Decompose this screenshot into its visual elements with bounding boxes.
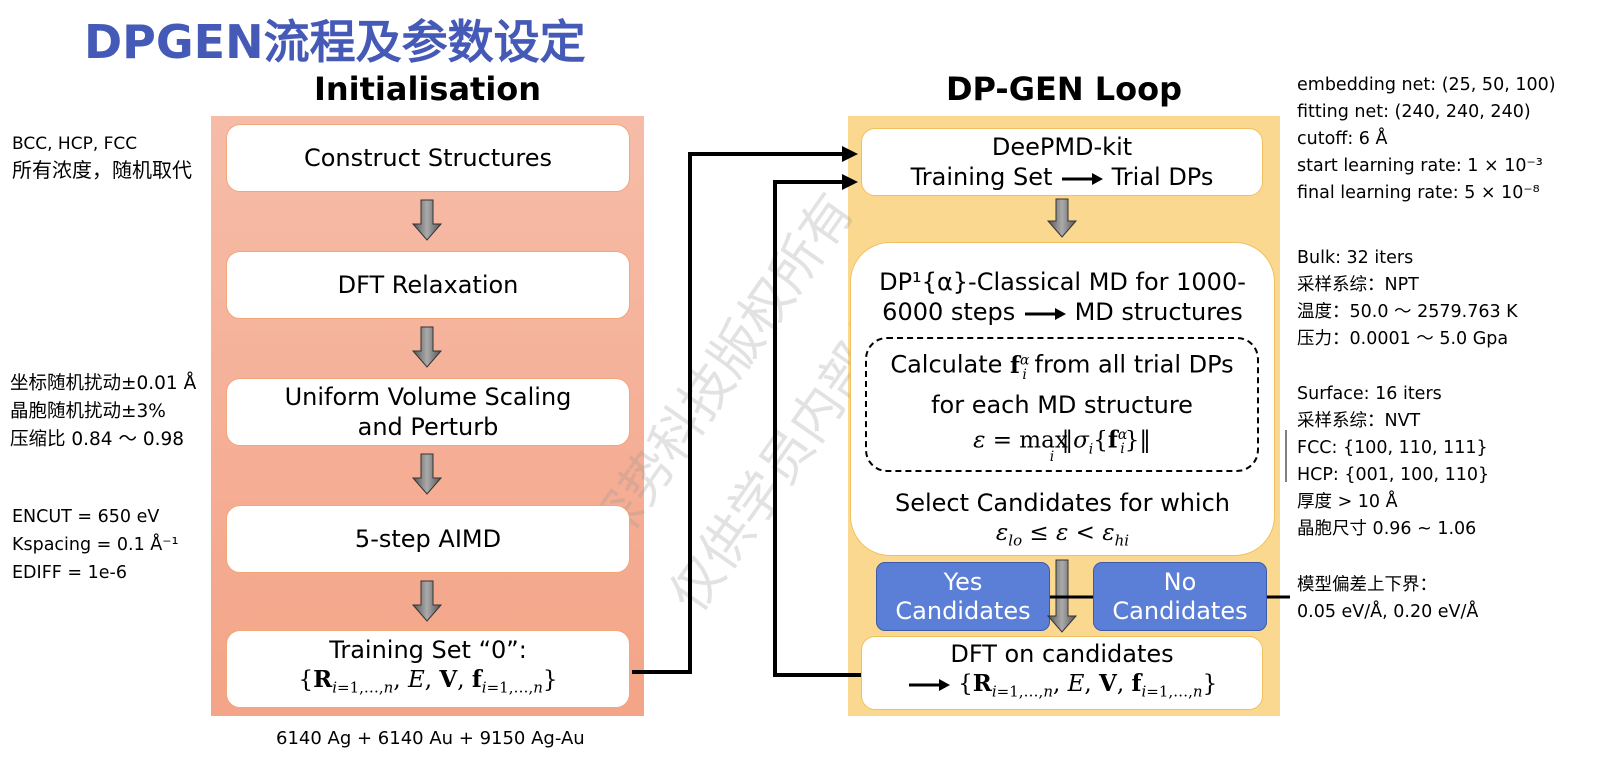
cell-size-note: 晶胞尺寸 0.96 ~ 1.06: [1297, 519, 1477, 539]
embedding-net-note: embedding net: (25, 50, 100): [1297, 75, 1556, 95]
down-arrow-icon: [411, 326, 443, 368]
down-arrow-icon: [411, 580, 443, 622]
training-parameter-notes: embedding net: (25, 50, 100) fitting net…: [1297, 72, 1556, 207]
hcp-facets-note: HCP: {001, 100, 110}: [1297, 465, 1490, 485]
structure-notes: BCC, HCP, FCC 所有浓度，随机取代: [12, 131, 192, 183]
deviation-bound-notes: 模型偏差上下界： 0.05 eV/Å, 0.20 eV/Å: [1297, 572, 1478, 626]
down-arrow-icon: [411, 199, 443, 241]
down-arrow-icon: [411, 453, 443, 495]
surface-ensemble-note: 采样系综：NVT: [1297, 411, 1421, 431]
bulk-sampling-notes: Bulk: 32 iters 采样系综：NPT 温度：50.0 ～ 2579.7…: [1297, 245, 1518, 353]
connector-arrowhead: [842, 174, 858, 190]
encut-note: ENCUT = 650 eV: [12, 507, 160, 527]
fitting-net-note: fitting net: (240, 240, 240): [1297, 102, 1531, 122]
compression-ratio-note: 压缩比 0.84 ～ 0.98: [10, 429, 185, 450]
final-lr-note: final learning rate: 5 × 10⁻⁸: [1297, 183, 1540, 203]
down-arrow-icon: [1046, 198, 1078, 238]
perturb-notes: 坐标随机扰动±0.01 Å 晶胞随机扰动±3% 压缩比 0.84 ～ 0.98: [10, 370, 196, 454]
concentration-note: 所有浓度，随机取代: [12, 158, 192, 182]
surface-sampling-notes: Surface: 16 iters 采样系综：NVT FCC: {100, 11…: [1297, 381, 1489, 543]
kspacing-note: Kspacing = 0.1 Å⁻¹: [12, 535, 179, 555]
bulk-iters-note: Bulk: 32 iters: [1297, 248, 1414, 268]
ediff-note: EDIFF = 1e-6: [12, 563, 127, 583]
start-lr-note: start learning rate: 1 × 10⁻³: [1297, 156, 1543, 176]
cell-perturb-note: 晶胞随机扰动±3%: [10, 401, 166, 422]
structure-types-note: BCC, HCP, FCC: [12, 134, 138, 154]
bulk-pressure-note: 压力：0.0001 ～ 5.0 Gpa: [1297, 329, 1509, 349]
init-to-loop-connector: [632, 152, 842, 674]
cutoff-note: cutoff: 6 Å: [1297, 129, 1388, 149]
bulk-ensemble-note: 采样系综：NPT: [1297, 275, 1419, 295]
deviation-bound-values: 0.05 eV/Å, 0.20 eV/Å: [1297, 602, 1479, 622]
dft-parameter-notes: ENCUT = 650 eV Kspacing = 0.1 Å⁻¹ EDIFF …: [12, 503, 179, 587]
thickness-note: 厚度 > 10 Å: [1297, 492, 1398, 512]
surface-iters-note: Surface: 16 iters: [1297, 384, 1442, 404]
deviation-bound-title: 模型偏差上下界：: [1297, 575, 1437, 595]
coordinate-perturb-note: 坐标随机扰动±0.01 Å: [10, 373, 197, 394]
fcc-facets-note: FCC: {100, 110, 111}: [1297, 438, 1488, 458]
loop-back-connector: [773, 180, 861, 677]
bulk-temperature-note: 温度：50.0 ～ 2579.763 K: [1297, 302, 1518, 322]
connector-arrowhead: [842, 146, 858, 162]
